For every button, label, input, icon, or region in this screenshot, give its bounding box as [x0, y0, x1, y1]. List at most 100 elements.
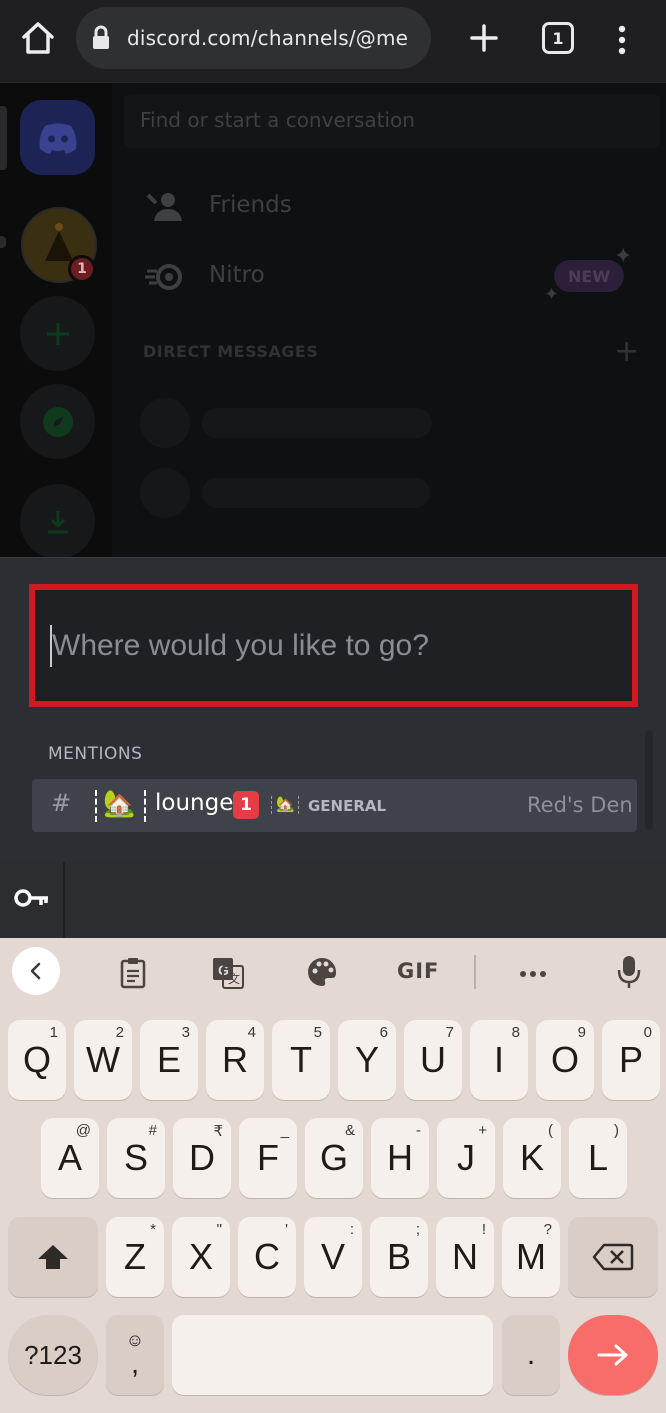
home-icon[interactable] [18, 18, 58, 58]
key-hint: " [216, 1221, 222, 1238]
quick-switcher-input[interactable] [52, 620, 612, 672]
key-z[interactable]: * Z [106, 1217, 164, 1297]
house-emoji: 🏡 [103, 789, 136, 819]
emoji-frame-right [144, 790, 146, 822]
friends-icon [146, 191, 186, 227]
shift-key[interactable] [8, 1217, 98, 1297]
nitro-nav-item[interactable]: Nitro [209, 262, 265, 288]
key-i[interactable]: 8I [470, 1020, 528, 1100]
friends-nav-item[interactable]: Friends [209, 192, 292, 218]
overflow-menu-icon[interactable] [610, 20, 634, 60]
key-hint: 0 [643, 1024, 652, 1041]
key-l[interactable]: ) L [569, 1118, 627, 1198]
key-label: V [320, 1236, 345, 1277]
shift-icon [38, 1245, 68, 1269]
theme-palette-icon[interactable] [306, 956, 338, 994]
enter-key[interactable] [568, 1315, 658, 1395]
key-label: T [290, 1039, 312, 1080]
server-name: Red's Den [527, 793, 633, 817]
microphone-icon[interactable] [617, 954, 641, 996]
space-key[interactable] [172, 1315, 493, 1395]
key-icon[interactable] [14, 886, 50, 914]
key-hint: ! [481, 1221, 486, 1238]
unread-indicator [0, 236, 6, 248]
key-label: U [420, 1039, 446, 1080]
hash-icon: # [51, 789, 72, 817]
category-house-emoji: 🏡 [276, 795, 295, 813]
discord-home-icon[interactable] [20, 100, 95, 175]
comma-key[interactable]: ☺ , [106, 1315, 164, 1395]
key-u[interactable]: 7U [404, 1020, 462, 1100]
mentions-section-header: MENTIONS [48, 744, 143, 764]
translate-icon[interactable]: G文 [211, 956, 245, 996]
key-hint: ) [614, 1122, 619, 1139]
strip-divider [63, 862, 65, 938]
key-label: W [86, 1039, 120, 1080]
key-y[interactable]: 6Y [338, 1020, 396, 1100]
new-tab-icon[interactable] [464, 18, 504, 58]
key-d[interactable]: ₹ D [173, 1118, 231, 1198]
toolbar-divider [474, 955, 476, 989]
key-p[interactable]: 0P [602, 1020, 660, 1100]
key-hint: 9 [577, 1024, 586, 1041]
key-hint: ; [415, 1221, 420, 1238]
nitro-icon [145, 262, 185, 296]
key-hint: # [148, 1122, 157, 1139]
key-c[interactable]: ' C [238, 1217, 296, 1297]
direct-messages-header: DIRECT MESSAGES [143, 342, 319, 361]
keyboard-back-icon[interactable] [12, 947, 60, 995]
key-t[interactable]: 5T [272, 1020, 330, 1100]
key-e[interactable]: 3E [140, 1020, 198, 1100]
key-s[interactable]: # S [107, 1118, 165, 1198]
key-a[interactable]: @ A [41, 1118, 99, 1198]
key-label: K [519, 1137, 544, 1178]
key-w[interactable]: 2W [74, 1020, 132, 1100]
key-g[interactable]: & G [305, 1118, 363, 1198]
key-hint: ( [548, 1122, 553, 1139]
explore-icon[interactable] [20, 384, 95, 459]
key-label: P [618, 1039, 643, 1080]
key-m[interactable]: ? M [502, 1217, 560, 1297]
symbols-key[interactable]: ?123 [8, 1315, 98, 1395]
key-b[interactable]: ; B [370, 1217, 428, 1297]
dm-placeholder-line [202, 408, 432, 438]
add-dm-icon[interactable]: + [614, 334, 639, 369]
clipboard-icon[interactable] [118, 957, 148, 995]
category-name: GENERAL [308, 797, 387, 815]
key-v[interactable]: :V [304, 1217, 362, 1297]
key-q[interactable]: 1Q [8, 1020, 66, 1100]
key-o[interactable]: 9O [536, 1020, 594, 1100]
download-icon[interactable] [20, 484, 95, 559]
key-hint: 1 [49, 1024, 58, 1041]
conversation-search-placeholder: Find or start a conversation [140, 108, 415, 132]
lock-icon [90, 25, 112, 51]
results-scrollbar[interactable] [645, 730, 653, 830]
dm-placeholder-line [202, 478, 430, 508]
key-hint: 8 [511, 1024, 520, 1041]
add-server-icon[interactable] [20, 296, 95, 371]
key-h[interactable]: -H [371, 1118, 429, 1198]
more-icon[interactable] [518, 963, 548, 988]
key-r[interactable]: 4R [206, 1020, 264, 1100]
key-hint: - [416, 1122, 421, 1139]
gif-button[interactable]: GIF [397, 959, 439, 983]
key-label: H [387, 1137, 413, 1178]
key-n[interactable]: ! N [436, 1217, 494, 1297]
arrow-right-icon [597, 1344, 628, 1366]
key-hint: + [478, 1122, 487, 1139]
mention-count-badge: 1 [233, 791, 259, 819]
key-f[interactable]: _ F [239, 1118, 297, 1198]
key-j[interactable]: + J [437, 1118, 495, 1198]
key-label: M [516, 1236, 546, 1277]
dm-placeholder-avatar [140, 398, 190, 448]
key-label: N [452, 1236, 478, 1277]
key-label: O [550, 1039, 579, 1080]
url-text[interactable]: discord.com/channels/@me [127, 26, 408, 50]
key-hint: ? [543, 1221, 552, 1238]
key-k[interactable]: (K [503, 1118, 561, 1198]
key-x[interactable]: " X [172, 1217, 230, 1297]
period-key[interactable]: . [502, 1315, 560, 1395]
backspace-key[interactable] [568, 1217, 658, 1297]
tab-switcher-button[interactable]: 1 [542, 22, 574, 54]
channel-name: lounge [155, 790, 234, 816]
